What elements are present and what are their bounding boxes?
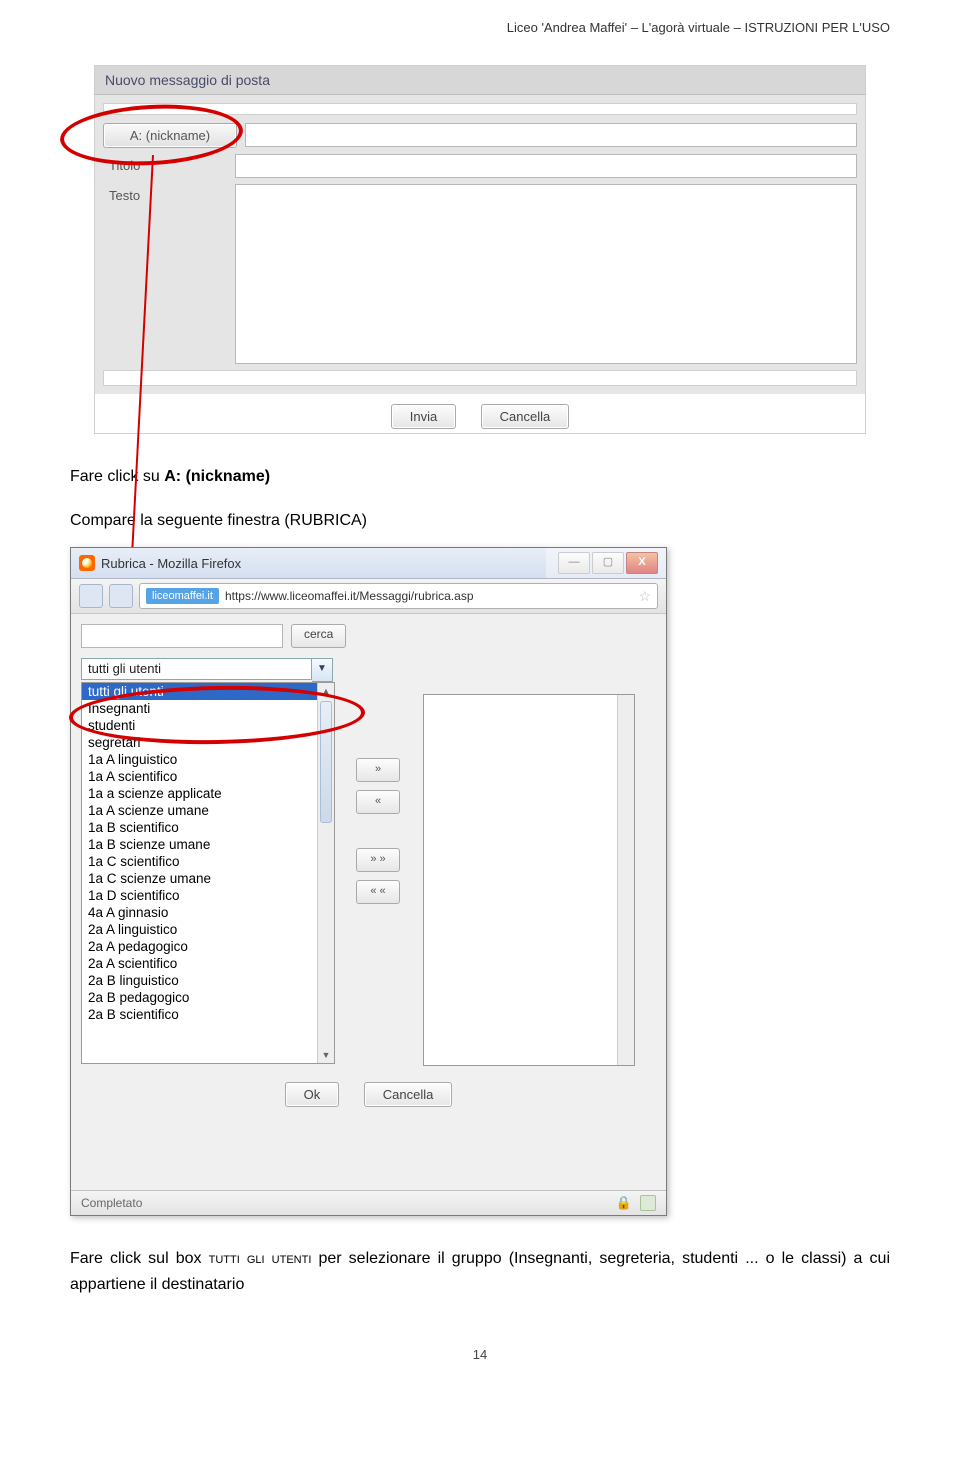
close-button[interactable]: X	[626, 552, 658, 574]
doc-header: Liceo 'Andrea Maffei' – L'agorà virtuale…	[70, 0, 890, 65]
list-item[interactable]: 1a D scientifico	[82, 887, 317, 904]
toolbar-icon-1[interactable]	[79, 584, 103, 608]
ok-button[interactable]: Ok	[285, 1082, 340, 1107]
list-item[interactable]: 1a A linguistico	[82, 751, 317, 768]
browser-statusbar: Completato 🔒	[71, 1190, 666, 1215]
list-item[interactable]: 1a B scienze umane	[82, 836, 317, 853]
list-item[interactable]: 2a A linguistico	[82, 921, 317, 938]
list-item[interactable]: 1a C scientifico	[82, 853, 317, 870]
bookmark-star-icon[interactable]: ☆	[638, 588, 651, 605]
list-item[interactable]: 1a C scienze umane	[82, 870, 317, 887]
titolo-input[interactable]	[235, 154, 857, 178]
listbox-scrollbar[interactable]: ▲ ▼	[317, 683, 334, 1063]
group-listbox[interactable]: tutti gli utentiInsegnantistudentisegret…	[81, 682, 335, 1064]
window-titlebar[interactable]: Rubrica - Mozilla Firefox — ▢ X	[71, 548, 666, 579]
status-text: Completato	[81, 1196, 142, 1210]
to-field[interactable]	[245, 123, 857, 147]
cancel-button-2[interactable]: Cancella	[364, 1082, 453, 1107]
titolo-label: Titolo	[103, 154, 235, 177]
list-item[interactable]: 2a A pedagogico	[82, 938, 317, 955]
list-item[interactable]: segretari	[82, 734, 317, 751]
mail-form-title: Nuovo messaggio di posta	[95, 66, 865, 95]
search-button[interactable]: cerca	[291, 624, 346, 648]
move-all-right-button[interactable]: » »	[356, 848, 400, 872]
scroll-up-icon[interactable]: ▲	[318, 683, 334, 699]
scroll-thumb[interactable]	[320, 701, 332, 823]
recipients-scrollbar[interactable]	[617, 695, 634, 1065]
list-item[interactable]: Insegnanti	[82, 700, 317, 717]
mail-form: Nuovo messaggio di posta A: (nickname) T…	[94, 65, 866, 434]
to-nickname-button[interactable]: A: (nickname)	[103, 123, 237, 148]
testo-label: Testo	[103, 184, 235, 207]
list-item[interactable]: 1a a scienze applicate	[82, 785, 317, 802]
instruction-1: Fare click su A: (nickname)	[70, 464, 890, 490]
list-item[interactable]: 2a B pedagogico	[82, 989, 317, 1006]
move-right-button[interactable]: »	[356, 758, 400, 782]
combobox-arrow-icon[interactable]: ▼	[312, 658, 333, 682]
maximize-button[interactable]: ▢	[592, 552, 624, 574]
window-title: Rubrica - Mozilla Firefox	[101, 556, 558, 571]
list-item[interactable]: 1a A scientifico	[82, 768, 317, 785]
instruction-2: Compare la seguente finestra (RUBRICA)	[70, 508, 890, 534]
list-item[interactable]: 4a A ginnasio	[82, 904, 317, 921]
instruction-3: Fare click sul box tutti gli utenti per …	[70, 1246, 890, 1297]
cancel-button[interactable]: Cancella	[481, 404, 570, 429]
zone-icon	[640, 1195, 656, 1211]
site-identity-badge[interactable]: liceomaffei.it	[146, 588, 219, 604]
screenshot-mail: Nuovo messaggio di posta A: (nickname) T…	[70, 65, 890, 434]
testo-textarea[interactable]	[235, 184, 857, 364]
rubrica-window: Rubrica - Mozilla Firefox — ▢ X liceomaf…	[70, 547, 667, 1216]
move-left-button[interactable]: «	[356, 790, 400, 814]
list-item[interactable]: tutti gli utenti	[82, 683, 317, 700]
move-all-left-button[interactable]: « «	[356, 880, 400, 904]
group-combobox[interactable]: tutti gli utenti	[81, 658, 312, 680]
list-item[interactable]: 2a B scientifico	[82, 1006, 317, 1023]
list-item[interactable]: 2a A scientifico	[82, 955, 317, 972]
list-item[interactable]: studenti	[82, 717, 317, 734]
popup-content: cerca tutti gli utenti ▼ tutti gli utent…	[71, 614, 666, 1190]
list-item[interactable]: 1a B scientifico	[82, 819, 317, 836]
minimize-button[interactable]: —	[558, 552, 590, 574]
list-item[interactable]: 1a A scienze umane	[82, 802, 317, 819]
url-text: https://www.liceomaffei.it/Messaggi/rubr…	[225, 589, 633, 603]
scroll-down-icon[interactable]: ▼	[318, 1047, 334, 1063]
lock-icon: 🔒	[616, 1195, 632, 1211]
toolbar-icon-2[interactable]	[109, 584, 133, 608]
send-button[interactable]: Invia	[391, 404, 456, 429]
recipients-listbox[interactable]	[423, 694, 635, 1066]
list-item[interactable]: 2a B linguistico	[82, 972, 317, 989]
browser-toolbar: liceomaffei.it https://www.liceomaffei.i…	[71, 579, 666, 614]
page-number: 14	[70, 1347, 890, 1362]
address-bar[interactable]: liceomaffei.it https://www.liceomaffei.i…	[139, 583, 658, 609]
search-input[interactable]	[81, 624, 283, 648]
firefox-icon	[79, 555, 95, 571]
